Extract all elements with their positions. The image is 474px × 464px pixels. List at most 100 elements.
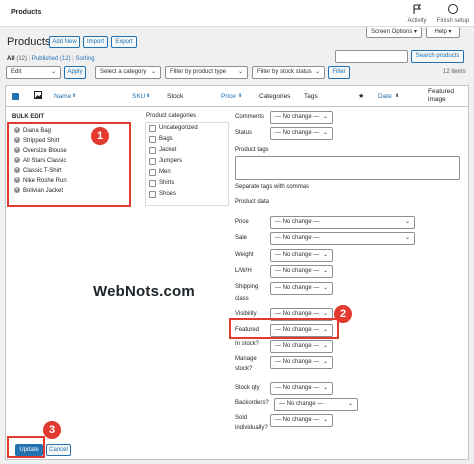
chevron-down-icon: ⌄: [347, 401, 353, 407]
status-select[interactable]: — No change — ⌄: [270, 127, 333, 140]
manage-label: Manage: [235, 356, 257, 362]
category-checkbox[interactable]: [149, 169, 156, 176]
stock-qty-select[interactable]: — No change — ⌄: [270, 382, 333, 395]
price-select[interactable]: — No change — ⌄: [270, 216, 415, 229]
apply-button[interactable]: Apply: [64, 66, 86, 79]
cancel-button[interactable]: Cancel: [46, 444, 71, 456]
flag-icon: [397, 4, 437, 16]
product-tags-label: Product tags: [235, 147, 269, 153]
annotation-box-update: [7, 436, 45, 458]
backorders-value: — No change —: [279, 401, 324, 407]
category-checkbox[interactable]: [149, 147, 156, 154]
lwh-select[interactable]: — No change — ⌄: [270, 265, 333, 278]
chevron-down-icon: ⌄: [50, 69, 56, 75]
category-item[interactable]: Men: [146, 167, 228, 178]
category-item[interactable]: Shoes: [146, 189, 228, 200]
shipping-select[interactable]: — No change — ⌄: [270, 282, 333, 295]
category-item[interactable]: Bags: [146, 134, 228, 145]
bulk-action-select[interactable]: Edit ⌄: [6, 66, 61, 79]
chevron-down-icon: ⌄: [404, 219, 410, 225]
column-price[interactable]: Price: [221, 93, 236, 100]
export-button[interactable]: Export: [111, 36, 137, 48]
category-item[interactable]: Jacket: [146, 145, 228, 156]
category-label: Uncategorized: [159, 125, 198, 131]
in-stock-label: In stock?: [235, 341, 260, 347]
views-separator: |: [28, 56, 31, 62]
help-button[interactable]: Help ▾: [426, 27, 460, 38]
search-input[interactable]: [335, 50, 408, 63]
filter-button[interactable]: Filter: [328, 66, 350, 79]
sort-icon: ⬍: [238, 93, 243, 99]
sort-desc-icon: ⬍: [395, 93, 400, 99]
category-checkbox[interactable]: [149, 125, 156, 132]
bulk-action-value: Edit: [11, 69, 22, 75]
view-published-count[interactable]: (12): [60, 56, 71, 62]
category-checkbox[interactable]: [149, 136, 156, 143]
category-item[interactable]: Uncategorized: [146, 123, 228, 134]
weight-select[interactable]: — No change — ⌄: [270, 249, 333, 262]
chevron-down-icon: ⌄: [322, 359, 328, 365]
column-date[interactable]: Date: [378, 93, 392, 100]
column-name[interactable]: Name: [54, 93, 71, 100]
product-type-select[interactable]: Filter by product type ⌄: [165, 66, 248, 79]
lwh-value: — No change —: [275, 268, 320, 274]
comments-select[interactable]: — No change — ⌄: [270, 111, 333, 124]
column-tags: Tags: [304, 93, 318, 100]
column-categories: Categories: [259, 93, 291, 100]
category-label: Jacket: [159, 147, 177, 153]
annotation-badge-3: 3: [43, 421, 61, 439]
activity-button[interactable]: Activity: [397, 4, 437, 24]
comments-value: — No change —: [275, 114, 320, 120]
backorders-label: Backorders?: [235, 400, 269, 406]
shipping-label: Shipping: [235, 284, 259, 290]
product-tags-textarea[interactable]: [235, 156, 460, 180]
category-select[interactable]: Select a category ⌄: [95, 66, 161, 79]
stock-status-select[interactable]: Filter by stock status ⌄: [252, 66, 325, 79]
product-categories-title: Product categories: [146, 113, 197, 119]
backorders-select[interactable]: — No change — ⌄: [274, 398, 358, 411]
category-item[interactable]: Shirts: [146, 178, 228, 189]
status-label: Status: [235, 130, 253, 136]
stock-status-value: Filter by stock status: [257, 69, 312, 75]
search-products-button[interactable]: Search products: [411, 50, 464, 63]
chevron-down-icon: ⌄: [322, 343, 328, 349]
chevron-down-icon: ⌄: [322, 268, 328, 274]
category-checkbox[interactable]: [149, 180, 156, 187]
view-all-count: (12): [16, 56, 28, 62]
views-nav: All (12) | Published (12) | Sorting: [7, 56, 95, 62]
finish-setup-button[interactable]: Finish setup: [433, 4, 473, 24]
star-icon[interactable]: ★: [358, 92, 364, 100]
annotation-box-featured: [229, 318, 339, 339]
import-button[interactable]: Import: [83, 36, 108, 48]
category-checkbox[interactable]: [149, 158, 156, 165]
category-item[interactable]: Jumpers: [146, 156, 228, 167]
chevron-down-icon: ⌄: [322, 417, 328, 423]
in-stock-select[interactable]: — No change — ⌄: [270, 340, 333, 353]
in-stock-value: — No change —: [275, 343, 320, 349]
items-count: 12 items: [443, 69, 466, 75]
lwh-label: L/W/H: [235, 268, 252, 274]
add-new-button[interactable]: Add New: [49, 36, 80, 48]
column-stock: Stock: [167, 93, 184, 100]
individually-label: individually?: [235, 425, 268, 431]
stock-q-label: stock?: [235, 366, 253, 372]
shipping-value: — No change —: [275, 285, 320, 291]
manage-stock-select[interactable]: — No change — ⌄: [270, 356, 333, 369]
category-checkbox[interactable]: [149, 191, 156, 198]
sold-individually-value: — No change —: [275, 417, 320, 423]
view-all[interactable]: All: [7, 56, 15, 62]
column-sku[interactable]: SKU: [132, 93, 145, 100]
view-published[interactable]: Published: [32, 56, 58, 62]
sale-value: — No change —: [275, 235, 320, 241]
view-sorting[interactable]: Sorting: [76, 56, 95, 62]
select-all-checkbox[interactable]: [12, 93, 19, 100]
stock-qty-value: — No change —: [275, 385, 320, 391]
status-value: — No change —: [275, 130, 320, 136]
chevron-down-icon: ⌄: [322, 252, 328, 258]
weight-label: Weight: [235, 252, 254, 258]
screen-options-button[interactable]: Screen Options ▾: [366, 27, 422, 38]
sale-select[interactable]: — No change — ⌄: [270, 232, 415, 245]
sold-individually-select[interactable]: — No change — ⌄: [270, 414, 333, 427]
product-type-value: Filter by product type: [170, 69, 227, 75]
stock-qty-label: Stock qty: [235, 385, 260, 391]
